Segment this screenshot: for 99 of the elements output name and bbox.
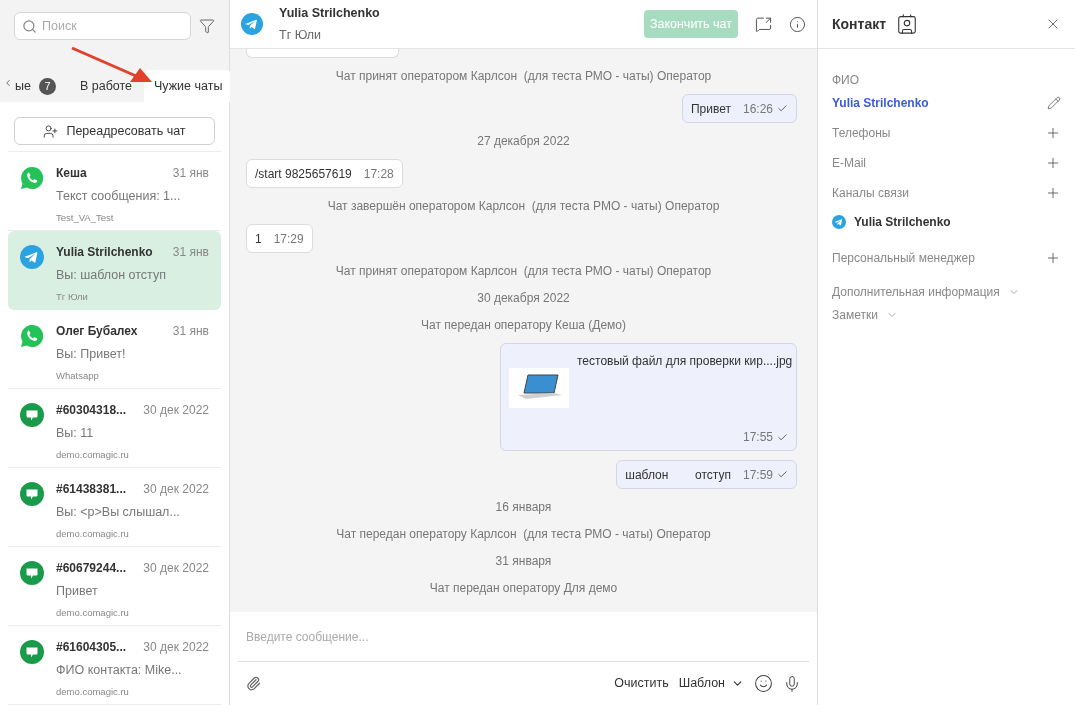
chat-name: Yulia Strilchenko: [56, 244, 153, 261]
chat-name: #60304318...: [56, 402, 127, 419]
chat-preview: Вы: шаблон отступ: [56, 267, 167, 284]
checkmark-icon: [777, 103, 788, 114]
chat-list-item[interactable]: Олег Бубалех 31 янв Вы: Привет! Whatsapp: [8, 310, 221, 389]
date-separator: 16 января: [495, 499, 552, 516]
chat-source: demo.comagic.ru: [56, 447, 130, 462]
date-separator: 30 декабря 2022: [477, 290, 570, 307]
chat-bubble-icon: [20, 403, 44, 427]
tab[interactable]: Чужие чаты: [144, 70, 233, 102]
field-label: E-Mail: [832, 155, 866, 172]
chat-list-item[interactable]: #60304318... 30 дек 2022 Вы: 11 demo.comagic.ru: [8, 389, 221, 468]
chat-date: 30 дек 2022: [143, 402, 209, 419]
chat-name: Кеша: [56, 165, 87, 182]
chat-date: 31 янв: [172, 244, 209, 261]
chat-list-item[interactable]: #61438381... 30 дек 2022 Вы: <p>Вы слышал... demo.comagic.ru: [8, 468, 221, 547]
message-time: 17:29: [273, 230, 304, 248]
message-time: 17:55: [742, 429, 773, 446]
chat-date: 30 дек 2022: [143, 481, 209, 498]
message-text: шаблон отступ: [625, 466, 731, 484]
field-label: Каналы связи: [832, 185, 909, 202]
chat-source: Тг Юли: [56, 289, 89, 304]
chat-name: #61604305...: [56, 639, 127, 656]
paper-plane-icon: [20, 245, 44, 269]
message-text: Привет: [690, 100, 731, 118]
clear-button[interactable]: Очистить: [614, 674, 669, 693]
field-label: ФИО: [832, 72, 861, 87]
filter-icon[interactable]: [199, 18, 215, 34]
chat-date: 30 дек 2022: [143, 639, 209, 656]
paperclip-icon[interactable]: [246, 676, 261, 691]
chat-preview: Текст сообщения: 1...: [56, 188, 182, 205]
checkmark-icon: [777, 431, 788, 443]
info-icon[interactable]: [789, 15, 806, 33]
chat-source: Test_VA_Test: [56, 210, 115, 225]
chat-source: Whatsapp: [56, 368, 100, 383]
system-message: Чат принят оператором Карлсон (для теста РМО - чаты) Оператор: [335, 68, 712, 85]
message-time: 16:26: [742, 100, 773, 118]
message-input[interactable]: Введите сообщение...: [238, 612, 809, 662]
file-name[interactable]: тестовый файл для проверки кир....jpg: [577, 352, 793, 408]
paper-plane-icon: [241, 13, 263, 35]
system-message: Чат передан оператору Для демо: [429, 580, 618, 597]
chat-source: demo.comagic.ru: [56, 684, 130, 699]
system-message: Чат передан оператору Карлсон (для теста РМО - чаты) Оператор: [336, 526, 711, 543]
chat-preview: Вы: Привет!: [56, 346, 127, 363]
chat-share-icon[interactable]: [755, 15, 772, 33]
chat-name: #61438381...: [56, 481, 127, 498]
contact-name-link[interactable]: Yulia Strilchenko: [832, 94, 929, 112]
chat-name: #60679244...: [56, 560, 127, 577]
chat-date: 31 янв: [172, 323, 209, 340]
date-separator: 27 декабря 2022: [477, 133, 570, 150]
chat-source: demo.comagic.ru: [56, 605, 130, 620]
user-plus-icon: [43, 123, 59, 139]
pencil-icon[interactable]: [1047, 96, 1061, 110]
paper-plane-icon: [832, 215, 846, 229]
chat-name: Олег Бубалех: [56, 323, 138, 340]
chevron-left-icon[interactable]: [3, 78, 13, 88]
message-time: 17:28: [363, 165, 394, 183]
message-time: 17:59: [742, 466, 773, 484]
channel-name: Тг Юли: [279, 26, 322, 44]
search-icon: [22, 19, 37, 34]
count-badge: 7: [38, 77, 56, 95]
chat-preview: ФИО контакта: Mike...: [56, 662, 183, 679]
chat-source: demo.comagic.ru: [56, 526, 130, 541]
panel-title: Контакт: [832, 14, 887, 34]
phone-bubble-icon: [20, 324, 44, 348]
microphone-icon[interactable]: [783, 674, 801, 693]
chat-date: 30 дек 2022: [143, 560, 209, 577]
checkmark-icon: [777, 469, 788, 480]
field-label: Персональный менеджер: [832, 250, 975, 267]
template-dropdown[interactable]: Шаблон: [678, 674, 744, 693]
tab[interactable]: ые 7: [13, 70, 68, 102]
chat-bubble-icon: [20, 561, 44, 585]
chat-bubble-icon: [20, 482, 44, 506]
search-field[interactable]: Поиск: [14, 12, 191, 40]
chat-preview: Вы: <p>Вы слышал...: [56, 504, 181, 521]
collapsible-section[interactable]: Заметки: [832, 307, 1061, 323]
contact-card-icon: [896, 13, 919, 35]
chat-list-item[interactable]: #61604305... 30 дек 2022 ФИО контакта: Mike... demo.comagic.ru: [8, 626, 221, 705]
chat-preview: Вы: 11: [56, 425, 95, 442]
tab[interactable]: В работе: [67, 70, 145, 102]
date-separator: 31 января: [495, 553, 552, 570]
smiley-icon[interactable]: [754, 674, 773, 693]
system-message: Чат принят оператором Карлсон (для теста РМО - чаты) Оператор: [335, 263, 712, 280]
chat-date: 31 янв: [172, 165, 209, 182]
chat-list-item[interactable]: Yulia Strilchenko 31 янв Вы: шаблон отступ Тг Юли: [8, 231, 221, 310]
chat-list-item[interactable]: #60679244... 30 дек 2022 Привет demo.comagic.ru: [8, 547, 221, 626]
message-text: /start 9825657619: [255, 165, 352, 183]
field-label: Телефоны: [832, 125, 891, 142]
chat-bubble-icon: [20, 640, 44, 664]
contact-name: Yulia Strilchenko: [279, 4, 380, 22]
laptop-image-thumbnail[interactable]: [509, 368, 569, 408]
system-message: Чат передан оператору Кеша (Демо): [421, 317, 626, 334]
channel-contact-name: Yulia Strilchenko: [854, 214, 951, 231]
message-text: 1: [255, 230, 262, 248]
collapsible-section[interactable]: Дополнительная информация: [832, 284, 1061, 300]
phone-bubble-icon: [20, 166, 44, 190]
forward-chat-button[interactable]: Переадресовать чат: [14, 117, 215, 145]
system-message: Чат завершён оператором Карлсон (для теста РМО - чаты) Оператор: [327, 198, 720, 215]
chat-preview: Привет: [56, 583, 99, 600]
